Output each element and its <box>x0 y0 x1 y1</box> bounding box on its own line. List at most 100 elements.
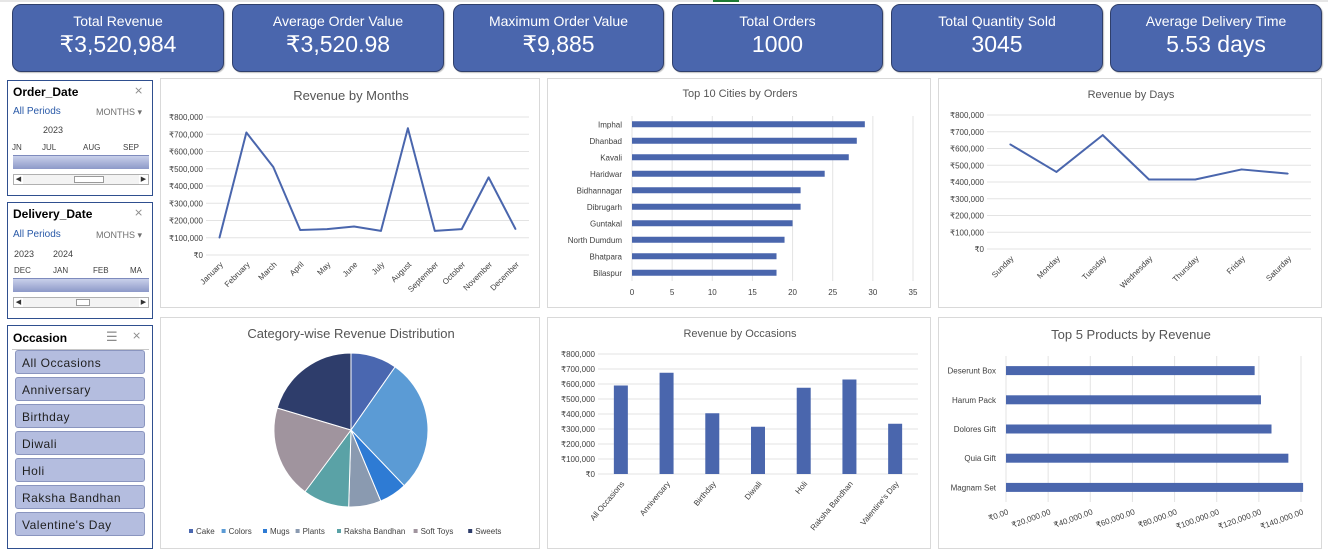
occasion-item-raksha-bandhan[interactable]: Raksha Bandhan <box>15 485 145 509</box>
x-tick-label: Diwali <box>743 479 764 501</box>
clear-filter-icon[interactable]: ⨯ <box>134 206 143 219</box>
y-category-label: Magnam Set <box>951 483 997 492</box>
bar <box>632 187 801 194</box>
chart-top-products[interactable]: Top 5 Products by Revenue ₹0.00 ₹20,000.00… <box>938 317 1322 549</box>
x-tick-label: 35 <box>909 288 918 297</box>
x-tick-label: 30 <box>868 288 877 297</box>
time-level-label: MONTHS <box>96 107 135 117</box>
timeline-year: 2023 <box>43 125 64 135</box>
series-line <box>218 127 517 238</box>
legend-label: Soft Toys <box>421 527 454 536</box>
x-tick-label: Wednesday <box>1118 254 1154 290</box>
occasion-item-holi[interactable]: Holi <box>15 458 145 482</box>
x-tick-label: ₹40,000.00 <box>1053 507 1095 530</box>
order-date-timeline[interactable]: Order_Date ⨯ All Periods MONTHS ▾ 2023 J… <box>7 80 153 196</box>
occasion-item-all-occasions[interactable]: All Occasions <box>15 350 145 374</box>
chart-title: Top 10 Cities by Orders <box>683 88 798 100</box>
y-category-label: Bidhannagar <box>577 186 623 195</box>
x-tick-label: March <box>257 260 279 282</box>
x-tick-label: Monday <box>1035 254 1061 280</box>
time-level-dropdown[interactable]: MONTHS ▾ <box>96 107 142 118</box>
series-line <box>1009 134 1288 181</box>
bar <box>1006 395 1261 405</box>
timeline-month: FEB <box>93 266 109 275</box>
x-tick-label: ₹80,000.00 <box>1137 507 1179 530</box>
y-category-label: Kavali <box>600 153 622 162</box>
occasion-slicer[interactable]: Occasion ☰ ⨯ All Occasions Anniversary B… <box>7 325 153 549</box>
bar <box>842 379 857 474</box>
scroll-left-icon[interactable]: ◀ <box>14 298 23 307</box>
data-point <box>353 225 355 228</box>
scroll-thumb[interactable] <box>76 299 90 306</box>
kpi-label: Total Orders <box>739 13 816 29</box>
legend-label: Raksha Bandhan <box>344 527 405 536</box>
chart-revenue-by-days[interactable]: Revenue by Days ₹0 ₹100,000 ₹200,000 ₹300,00… <box>938 78 1322 308</box>
x-tick-label: ₹20,000.00 <box>1011 507 1053 530</box>
data-point <box>1101 134 1104 136</box>
multi-select-icon[interactable]: ☰ <box>106 329 118 345</box>
clear-filter-icon[interactable]: ⨯ <box>134 84 143 97</box>
scroll-right-icon[interactable]: ▶ <box>139 298 148 307</box>
y-category-label: Haridwar <box>590 170 622 179</box>
timeline-scrollbar[interactable]: ◀ ▶ <box>13 297 149 308</box>
data-point <box>433 230 436 232</box>
y-tick-label: ₹100,000 <box>169 234 204 243</box>
bar <box>632 269 777 276</box>
x-tick-label: Holi <box>793 479 809 496</box>
y-tick-label: ₹200,000 <box>169 217 204 226</box>
x-tick-label: 0 <box>630 288 635 297</box>
y-category-label: Dibrugarh <box>587 203 622 212</box>
slicer-title: Occasion <box>13 331 68 345</box>
bar <box>613 385 628 474</box>
x-tick-label: May <box>315 260 332 277</box>
y-tick-label: ₹500,000 <box>169 165 204 174</box>
x-tick-label: 15 <box>748 288 757 297</box>
y-tick-label: ₹0 <box>193 251 203 260</box>
scroll-thumb[interactable] <box>74 176 104 183</box>
x-tick-label: ₹60,000.00 <box>1095 507 1137 530</box>
occasion-item-birthday[interactable]: Birthday <box>15 404 145 428</box>
category-revenue-svg: Category-wise Revenue Distribution Cake Co… <box>189 326 501 536</box>
all-periods-link[interactable]: All Periods <box>13 229 61 240</box>
y-tick-label: ₹700,000 <box>950 128 985 137</box>
chart-category-revenue[interactable]: Category-wise Revenue Distribution Cake Co… <box>160 317 540 549</box>
x-tick-label: 10 <box>708 288 717 297</box>
scroll-right-icon[interactable]: ▶ <box>139 175 148 184</box>
timeline-period-bar[interactable] <box>13 278 149 292</box>
x-tick-label: Sunday <box>990 254 1016 280</box>
legend-swatch <box>221 529 226 533</box>
x-tick-label: Birthday <box>692 480 718 508</box>
scroll-left-icon[interactable]: ◀ <box>14 175 23 184</box>
bar <box>659 372 674 474</box>
data-point <box>514 228 517 230</box>
chart-revenue-by-occasions[interactable]: Revenue by Occasions ₹0 ₹100,000 ₹200,000 ₹3… <box>547 317 931 549</box>
chart-title: Category-wise Revenue Distribution <box>247 326 454 341</box>
time-level-dropdown[interactable]: MONTHS ▾ <box>96 230 142 241</box>
chart-revenue-by-months[interactable]: Revenue by Months ₹0 ₹100,000 ₹200,000 ₹300,… <box>160 78 540 308</box>
x-tick-label: ₹0.00 <box>987 507 1010 523</box>
y-tick-label: ₹600,000 <box>950 145 985 154</box>
bar <box>1006 424 1272 434</box>
timeline-scrollbar[interactable]: ◀ ▶ <box>13 174 149 185</box>
occasion-item-anniversary[interactable]: Anniversary <box>15 377 145 401</box>
bar <box>632 203 801 210</box>
x-tick-label: June <box>341 260 360 279</box>
data-point <box>1148 178 1150 181</box>
data-point <box>245 131 248 134</box>
timeline-year: 2024 <box>53 249 74 259</box>
clear-filter-icon[interactable]: ⨯ <box>132 329 141 342</box>
chart-top-cities[interactable]: Top 10 Cities by Orders 0 5 10 15 20 25 30 35 Imp… <box>547 78 931 308</box>
timeline-month: DEC <box>14 266 31 275</box>
delivery-date-timeline[interactable]: Delivery_Date ⨯ All Periods MONTHS ▾ 202… <box>7 202 153 319</box>
occasion-item-diwali[interactable]: Diwali <box>15 431 145 455</box>
chart-title: Top 5 Products by Revenue <box>1051 327 1211 342</box>
all-periods-link[interactable]: All Periods <box>13 106 61 117</box>
timeline-period-bar[interactable] <box>13 155 149 169</box>
data-point <box>1009 143 1011 146</box>
chevron-down-icon: ▾ <box>137 230 143 240</box>
x-tick-label: Friday <box>1225 254 1247 276</box>
data-point <box>1194 178 1197 181</box>
y-category-label: Harum Pack <box>952 396 997 405</box>
y-category-label: Imphal <box>598 120 622 129</box>
occasion-item-valentines-day[interactable]: Valentine's Day <box>15 512 145 536</box>
